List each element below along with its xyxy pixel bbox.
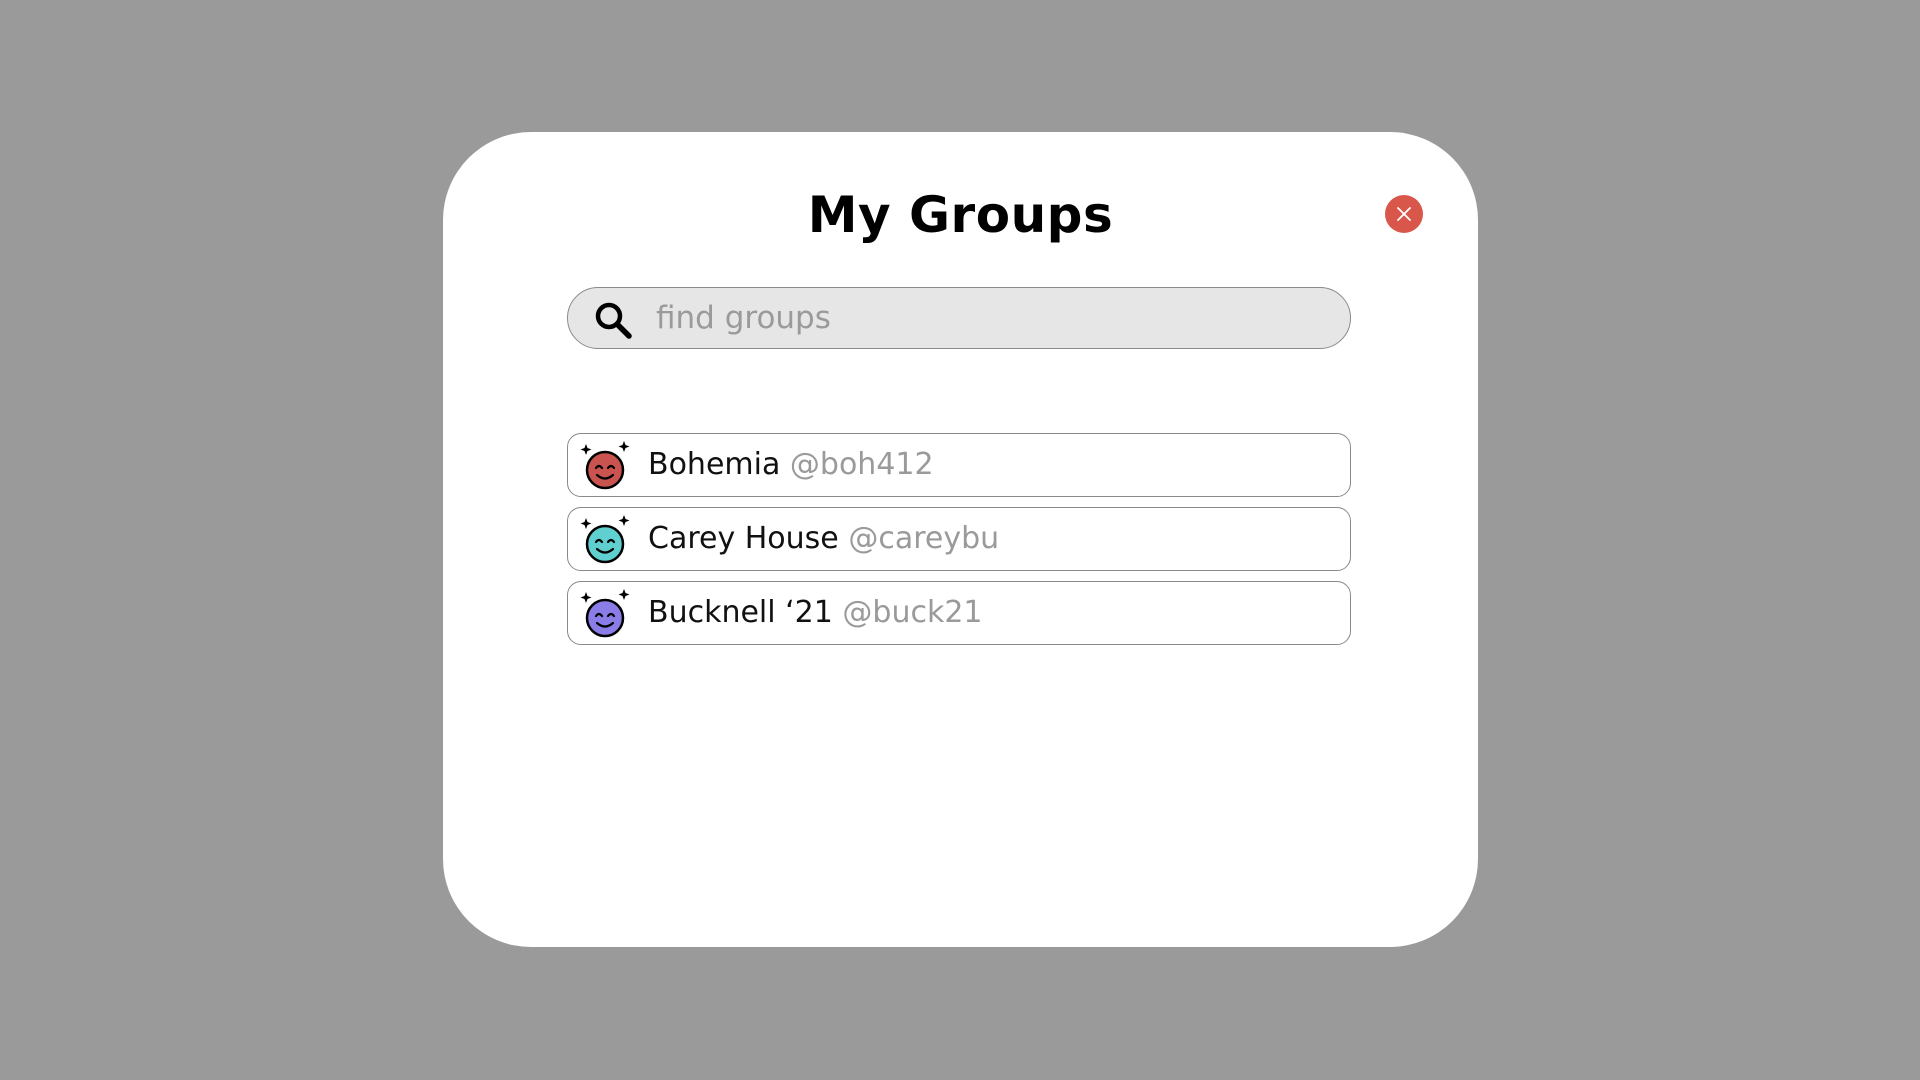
dialog-title: My Groups xyxy=(807,186,1114,244)
close-button[interactable] xyxy=(1385,195,1423,233)
smiling-face-sparkles-icon xyxy=(580,515,630,564)
group-name: Carey House xyxy=(648,521,839,556)
group-label: Carey House @careybu xyxy=(648,521,999,557)
search-bar xyxy=(567,287,1351,349)
group-name: Bucknell ‘21 xyxy=(648,595,833,630)
search-icon xyxy=(595,302,632,339)
smiling-face-sparkles-icon xyxy=(580,441,630,490)
group-label: Bucknell ‘21 @buck21 xyxy=(648,595,983,631)
my-groups-dialog: My Groups Bohemia @boh412 xyxy=(443,132,1478,947)
smiling-face-sparkles-icon xyxy=(580,589,630,638)
group-name: Bohemia xyxy=(648,447,781,482)
group-list-item[interactable]: Bucknell ‘21 @buck21 xyxy=(567,581,1351,645)
group-list: Bohemia @boh412 Carey House @careybu Buc… xyxy=(567,433,1351,655)
group-handle: @boh412 xyxy=(789,447,934,482)
group-handle: @careybu xyxy=(848,521,1000,556)
group-list-item[interactable]: Bohemia @boh412 xyxy=(567,433,1351,497)
group-label: Bohemia @boh412 xyxy=(648,447,934,483)
group-list-item[interactable]: Carey House @careybu xyxy=(567,507,1351,571)
search-input[interactable] xyxy=(656,298,1326,338)
group-handle: @buck21 xyxy=(842,595,983,630)
close-icon xyxy=(1397,207,1411,221)
